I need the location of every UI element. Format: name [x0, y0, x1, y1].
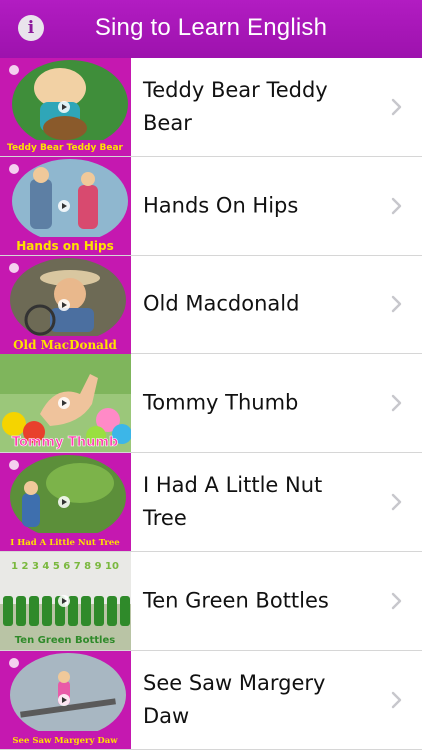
- thumb-caption: Hands on Hips: [16, 239, 113, 253]
- play-icon: [58, 298, 70, 311]
- play-icon: [58, 199, 70, 212]
- song-row-see-saw[interactable]: See Saw Margery Daw See Saw Margery Daw: [0, 650, 422, 750]
- chevron-right-icon: [391, 395, 402, 412]
- chevron-right-icon: [391, 98, 402, 116]
- play-icon: [58, 594, 70, 607]
- chevron-right-icon: [391, 296, 402, 313]
- song-list: Teddy Bear Teddy Bear Teddy Bear Teddy B…: [0, 58, 422, 750]
- song-row-teddy-bear[interactable]: Teddy Bear Teddy Bear Teddy Bear Teddy B…: [0, 58, 422, 157]
- thumb-caption: Old MacDonald: [13, 338, 117, 352]
- chevron-right-icon: [391, 493, 402, 511]
- song-row-old-macdonald[interactable]: Old MacDonald Old Macdonald: [0, 255, 422, 355]
- play-icon: [58, 397, 70, 410]
- song-title: Hands On Hips: [143, 193, 299, 218]
- song-title: I Had A Little Nut Tree: [143, 473, 323, 531]
- nav-bar: i Sing to Learn English: [0, 0, 422, 58]
- song-title: Ten Green Bottles: [143, 588, 329, 613]
- song-thumbnail: Hands on Hips: [0, 156, 131, 255]
- song-thumbnail: Tommy Thumb: [0, 354, 131, 453]
- song-row-tommy-thumb[interactable]: Tommy Thumb Tommy Thumb: [0, 354, 422, 454]
- song-thumbnail: I Had A Little Nut Tree: [0, 453, 131, 552]
- song-row-ten-green-bottles[interactable]: 1 2 3 4 5 6 7 8 9 10 Ten Green Bottles T…: [0, 551, 422, 651]
- chevron-right-icon: [391, 197, 402, 214]
- song-title: See Saw Margery Daw: [143, 670, 326, 728]
- thumb-caption: Tommy Thumb: [12, 435, 118, 450]
- song-thumbnail: Teddy Bear Teddy Bear: [0, 58, 131, 156]
- song-thumbnail: See Saw Margery Daw: [0, 650, 131, 749]
- thumb-numbers: 1 2 3 4 5 6 7 8 9 10: [11, 561, 119, 572]
- song-thumbnail: Old MacDonald: [0, 255, 131, 354]
- play-icon: [58, 693, 70, 706]
- song-row-hands-on-hips[interactable]: Hands on Hips Hands On Hips: [0, 156, 422, 256]
- play-icon: [58, 496, 70, 509]
- song-row-nut-tree[interactable]: I Had A Little Nut Tree I Had A Little N…: [0, 453, 422, 552]
- chevron-right-icon: [391, 592, 402, 610]
- song-title: Old Macdonald: [143, 291, 300, 316]
- song-thumbnail: 1 2 3 4 5 6 7 8 9 10 Ten Green Bottles: [0, 551, 131, 650]
- thumb-caption: I Had A Little Nut Tree: [10, 538, 120, 548]
- thumb-caption: See Saw Margery Daw: [12, 736, 118, 746]
- thumb-caption: Teddy Bear Teddy Bear: [7, 143, 124, 153]
- page-title: Sing to Learn English: [94, 14, 328, 41]
- play-icon: [58, 101, 70, 113]
- song-title: Teddy Bear Teddy Bear: [143, 77, 328, 135]
- app-screen: i Sing to Learn English Teddy Bear Teddy…: [0, 0, 422, 750]
- thumb-caption: Ten Green Bottles: [15, 635, 115, 646]
- chevron-right-icon: [391, 691, 402, 708]
- song-title: Tommy Thumb: [143, 390, 299, 415]
